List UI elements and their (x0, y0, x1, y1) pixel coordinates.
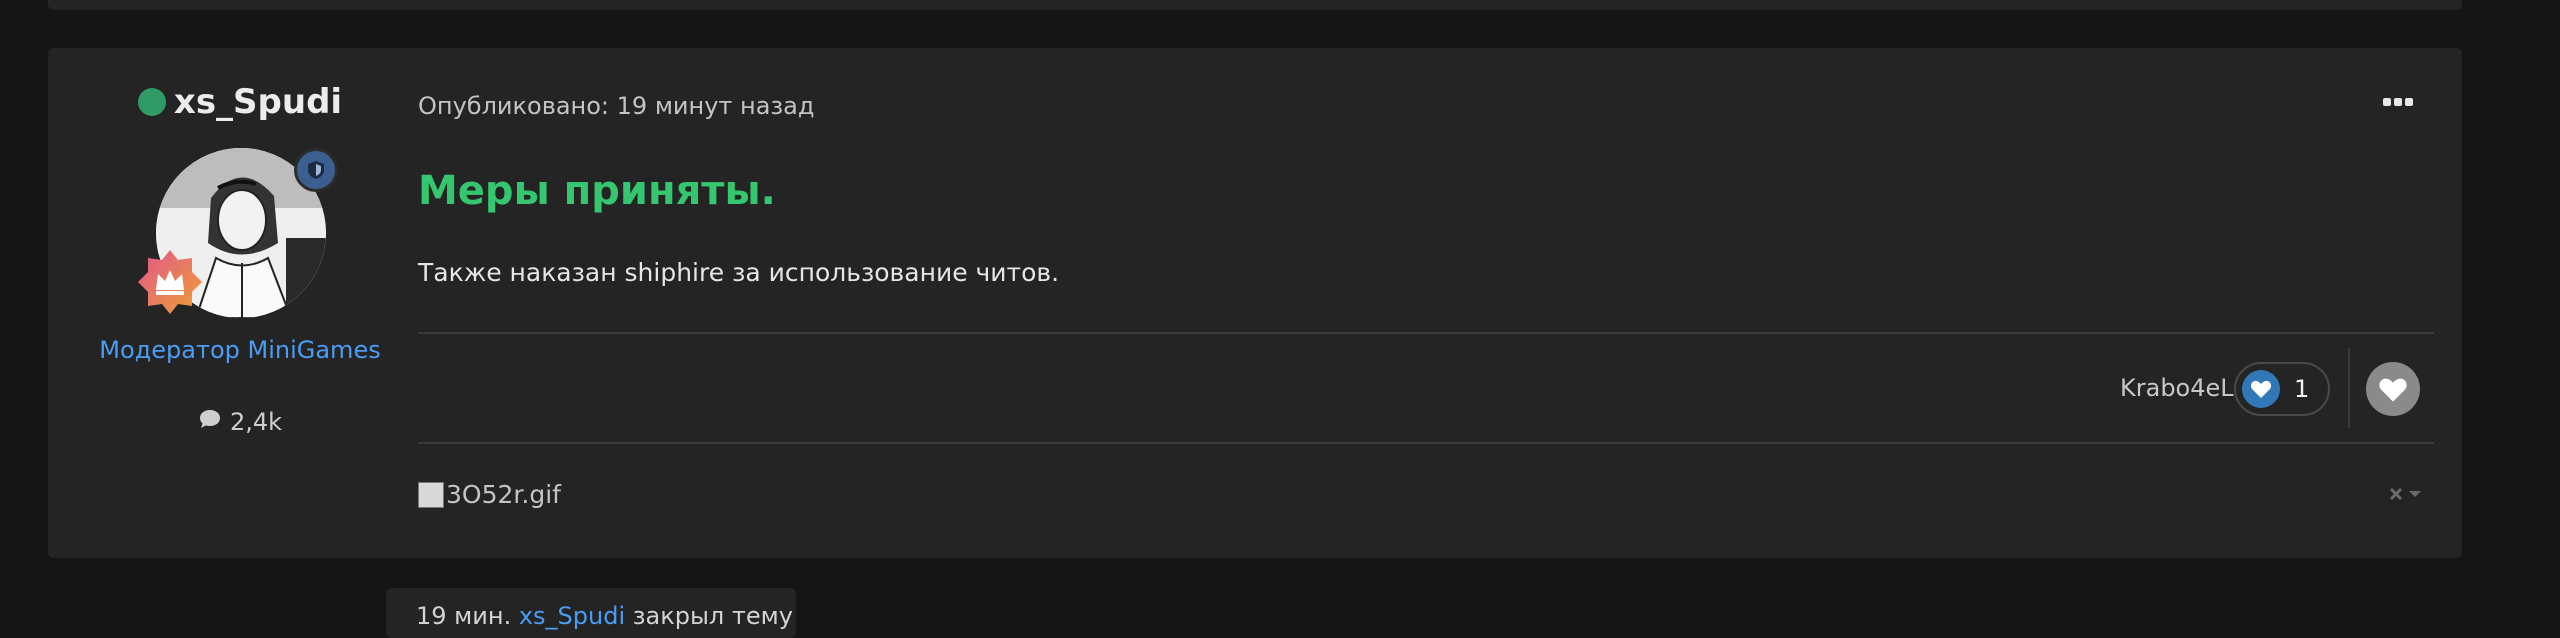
crown-rank-icon (136, 248, 204, 316)
post-headline: Меры приняты. (418, 168, 776, 214)
signature: 3O52r.gif (418, 480, 561, 509)
reaction-user-link[interactable]: Krabo4eL (2120, 374, 2234, 402)
divider (418, 332, 2434, 334)
divider (2348, 348, 2350, 428)
signature-image-alt: 3O52r.gif (446, 480, 561, 509)
online-status-icon (137, 88, 166, 116)
signature-options-button[interactable] (2388, 486, 2422, 502)
comment-icon (198, 408, 222, 436)
author-role: Модератор MiniGames (99, 336, 381, 364)
heart-icon (2379, 378, 2407, 402)
event-action: закрыл тему (632, 602, 793, 630)
like-button[interactable] (2366, 362, 2420, 416)
moderator-shield-icon (294, 148, 338, 192)
dot-icon (2405, 98, 2413, 106)
event-user-link[interactable]: xs_Spudi (519, 602, 625, 630)
post-count-value: 2,4k (229, 408, 283, 436)
avatar-wrap (138, 148, 338, 318)
topic-event: 19 мин. xs_Spudi закрыл тему (386, 588, 796, 638)
event-time: 19 мин. (416, 602, 512, 630)
previous-post-card (48, 0, 2462, 10)
close-icon (2389, 487, 2403, 501)
author-panel: xs_Spudi Модератор MiniGames 2,4k (48, 48, 432, 558)
divider (418, 442, 2434, 444)
post-date[interactable]: Опубликовано: 19 минут назад (418, 92, 814, 120)
post-body: Также наказан shiphire за использование … (418, 258, 1060, 287)
author-name-row: xs_Spudi (48, 82, 432, 122)
chevron-down-icon (2409, 491, 2421, 497)
heart-icon (2242, 370, 2280, 408)
author-post-count: 2,4k (48, 408, 432, 436)
dot-icon (2383, 98, 2391, 106)
forum-post: xs_Spudi Модератор MiniGames 2,4k Опубли… (48, 48, 2462, 558)
dot-icon (2394, 98, 2402, 106)
author-name-link[interactable]: xs_Spudi (174, 82, 342, 122)
more-options-button[interactable] (2378, 90, 2418, 114)
reaction-count: 1 (2294, 375, 2310, 403)
reaction-summary[interactable]: 1 (2234, 362, 2330, 416)
broken-image-icon (418, 481, 444, 508)
